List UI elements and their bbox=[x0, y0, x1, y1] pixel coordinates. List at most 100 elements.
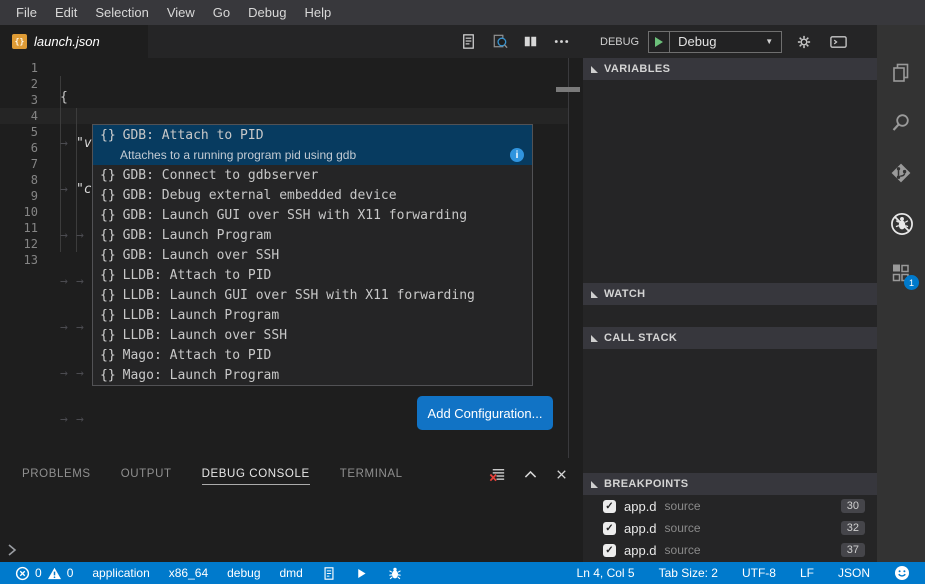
breakpoint-row[interactable]: app.d source 37 bbox=[583, 539, 877, 561]
suggest-item-row: {} GDB: Attach to PID bbox=[93, 125, 532, 145]
object-icon: {} bbox=[100, 368, 116, 383]
status-run-icon[interactable] bbox=[350, 567, 373, 580]
status-language-mode[interactable]: JSON bbox=[833, 566, 875, 580]
debug-icon[interactable] bbox=[889, 211, 913, 235]
breakpoint-line-badge: 30 bbox=[841, 499, 865, 513]
suggest-item[interactable]: {}GDB: Connect to gdbserver bbox=[93, 165, 532, 185]
suggest-item[interactable]: {}GDB: Launch over SSH bbox=[93, 245, 532, 265]
object-icon: {} bbox=[100, 228, 116, 243]
chevron-down-icon: ▼ bbox=[765, 37, 773, 46]
object-icon: {} bbox=[100, 128, 116, 143]
source-control-icon[interactable] bbox=[889, 161, 913, 185]
more-actions-icon[interactable] bbox=[552, 32, 571, 51]
gear-icon[interactable] bbox=[795, 33, 813, 51]
suggest-item[interactable]: {}LLDB: Launch Program bbox=[93, 305, 532, 325]
feedback-smiley-icon[interactable] bbox=[889, 565, 915, 581]
suggest-item[interactable]: {}GDB: Launch Program bbox=[93, 225, 532, 245]
suggest-description-row: Attaches to a running program pid using … bbox=[93, 145, 532, 165]
info-icon[interactable]: i bbox=[510, 148, 524, 162]
line-number: 2 bbox=[0, 76, 38, 92]
suggest-label: Mago: Attach to PID bbox=[123, 348, 272, 363]
line-number: 3 bbox=[0, 92, 38, 108]
whitespace-tab-icon bbox=[60, 320, 76, 336]
variables-body[interactable] bbox=[583, 80, 877, 283]
tab-debug-console[interactable]: DEBUG CONSOLE bbox=[202, 464, 310, 485]
suggest-item[interactable]: {}Mago: Attach to PID bbox=[93, 345, 532, 365]
suggest-label: LLDB: Launch GUI over SSH with X11 forwa… bbox=[123, 288, 475, 303]
tab-terminal[interactable]: TERMINAL bbox=[340, 464, 403, 484]
problems-indicator[interactable]: 0 0 bbox=[10, 566, 78, 581]
status-arch[interactable]: x86_64 bbox=[164, 566, 213, 580]
json-file-icon bbox=[12, 34, 27, 49]
suggest-item[interactable]: {}GDB: Launch GUI over SSH with X11 forw… bbox=[93, 205, 532, 225]
breakpoint-checkbox[interactable] bbox=[603, 522, 616, 535]
suggest-item[interactable]: {}LLDB: Launch over SSH bbox=[93, 325, 532, 345]
panel-tab-bar: PROBLEMS OUTPUT DEBUG CONSOLE TERMINAL bbox=[0, 458, 583, 490]
whitespace-tab-icon bbox=[76, 412, 92, 428]
status-file-icon[interactable] bbox=[317, 566, 341, 581]
info-icon-glyph: i bbox=[516, 150, 519, 161]
add-configuration-button[interactable]: Add Configuration... bbox=[417, 396, 553, 430]
section-header-variables[interactable]: VARIABLES bbox=[583, 58, 877, 80]
object-icon: {} bbox=[100, 328, 116, 343]
menu-item-edit[interactable]: Edit bbox=[46, 5, 86, 20]
suggest-item[interactable]: {}LLDB: Launch GUI over SSH with X11 for… bbox=[93, 285, 532, 305]
menu-item-selection[interactable]: Selection bbox=[86, 5, 157, 20]
line-number: 6 bbox=[0, 140, 38, 156]
explorer-icon[interactable] bbox=[889, 61, 913, 85]
status-compiler[interactable]: dmd bbox=[275, 566, 308, 580]
configuration-select[interactable]: Debug ▼ bbox=[670, 32, 781, 52]
call-stack-body[interactable] bbox=[583, 349, 877, 473]
tab-output[interactable]: OUTPUT bbox=[121, 464, 172, 484]
debug-console-toggle-icon[interactable] bbox=[829, 34, 848, 50]
suggest-item-selected[interactable]: {} GDB: Attach to PID Attaches to a runn… bbox=[93, 125, 532, 165]
status-bug-icon[interactable] bbox=[382, 566, 408, 581]
breakpoint-checkbox[interactable] bbox=[603, 500, 616, 513]
tab-launch-json[interactable]: launch.json bbox=[0, 25, 148, 58]
status-application[interactable]: application bbox=[87, 566, 154, 580]
status-cursor-position[interactable]: Ln 4, Col 5 bbox=[572, 566, 640, 580]
extensions-icon[interactable]: 1 bbox=[889, 261, 913, 285]
whitespace-tab-icon bbox=[60, 412, 76, 428]
bottom-panel: PROBLEMS OUTPUT DEBUG CONSOLE TERMINAL bbox=[0, 458, 583, 562]
split-editor-icon[interactable] bbox=[521, 32, 540, 51]
close-panel-icon[interactable] bbox=[554, 467, 569, 482]
status-encoding[interactable]: UTF-8 bbox=[737, 566, 781, 580]
suggest-label: LLDB: Attach to PID bbox=[123, 268, 272, 283]
menu-item-view[interactable]: View bbox=[158, 5, 204, 20]
status-tab-size[interactable]: Tab Size: 2 bbox=[654, 566, 723, 580]
breakpoint-row[interactable]: app.d source 30 bbox=[583, 495, 877, 517]
menu-item-help[interactable]: Help bbox=[295, 5, 340, 20]
search-icon[interactable] bbox=[889, 111, 913, 135]
twistie-icon bbox=[591, 481, 598, 488]
breakpoint-row[interactable]: app.d source 32 bbox=[583, 517, 877, 539]
breakpoint-checkbox[interactable] bbox=[603, 544, 616, 557]
start-debug-button[interactable] bbox=[649, 32, 670, 52]
search-in-file-icon[interactable] bbox=[490, 32, 509, 51]
open-preview-icon[interactable] bbox=[459, 32, 478, 51]
menu-item-file[interactable]: File bbox=[7, 5, 46, 20]
tab-problems[interactable]: PROBLEMS bbox=[22, 464, 91, 484]
maximize-panel-icon[interactable] bbox=[522, 466, 539, 483]
status-eol[interactable]: LF bbox=[795, 566, 819, 580]
status-build-type[interactable]: debug bbox=[222, 566, 265, 580]
suggest-label: LLDB: Launch Program bbox=[123, 308, 280, 323]
debug-console-output[interactable] bbox=[0, 490, 583, 542]
code-editor[interactable]: 1 2 3 4 5 6 7 8 9 10 11 12 13 { "version… bbox=[0, 58, 583, 458]
line-number: 1 bbox=[0, 60, 38, 76]
suggest-item[interactable]: {}Mago: Launch Program bbox=[93, 365, 532, 385]
section-header-breakpoints[interactable]: BREAKPOINTS bbox=[583, 473, 877, 495]
menu-item-debug[interactable]: Debug bbox=[239, 5, 295, 20]
section-header-watch[interactable]: WATCH bbox=[583, 283, 877, 305]
suggest-item[interactable]: {}LLDB: Attach to PID bbox=[93, 265, 532, 285]
suggest-label: GDB: Connect to gdbserver bbox=[123, 168, 319, 183]
clear-console-icon[interactable] bbox=[488, 465, 507, 484]
section-header-call-stack[interactable]: CALL STACK bbox=[583, 327, 877, 349]
breakpoint-origin: source bbox=[665, 521, 701, 535]
console-prompt-icon[interactable] bbox=[6, 543, 18, 557]
whitespace-tab-icon bbox=[76, 320, 92, 336]
menu-item-go[interactable]: Go bbox=[204, 5, 239, 20]
suggest-item[interactable]: {}GDB: Debug external embedded device bbox=[93, 185, 532, 205]
object-icon: {} bbox=[100, 188, 116, 203]
watch-body[interactable] bbox=[583, 305, 877, 327]
